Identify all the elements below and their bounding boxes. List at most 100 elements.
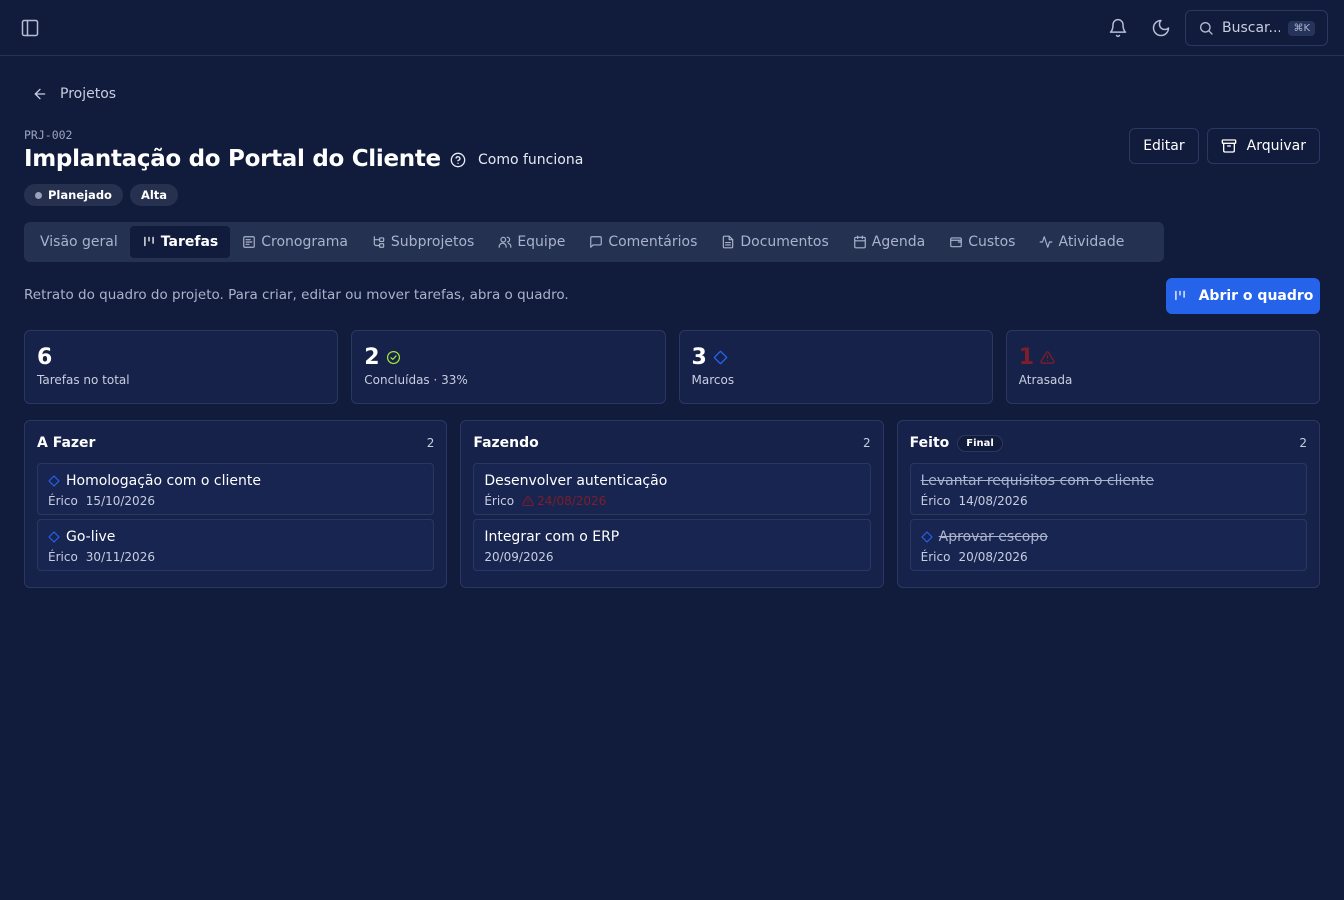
task-date: 30/11/2026 [85, 550, 155, 564]
check-circle-icon [386, 350, 401, 365]
task-assignee: Érico [920, 494, 951, 508]
archive-label: Arquivar [1246, 138, 1306, 154]
stat-value: 2 [364, 344, 380, 370]
task-card[interactable]: Go-live Érico 30/11/2026 [37, 519, 435, 571]
stat-label: Marcos [691, 373, 735, 387]
gantt-icon [242, 235, 256, 249]
task-title: Integrar com o ERP [484, 529, 620, 545]
archive-button[interactable]: Arquivar [1206, 128, 1320, 164]
task-card[interactable]: Integrar com o ERP 20/09/2026 [473, 519, 871, 571]
task-card[interactable]: Homologação com o cliente Érico 15/10/20… [37, 463, 435, 515]
stat-label: Concluídas · 33% [364, 373, 468, 387]
tab-label: Documentos [740, 234, 829, 250]
task-title: Levantar requisitos com o cliente [920, 473, 1154, 489]
milestone-diamond-icon [48, 531, 60, 543]
tab-label: Custos [968, 234, 1016, 250]
tab-documents[interactable]: Documentos [709, 226, 840, 258]
milestone-diamond-icon [921, 531, 933, 543]
column-doing: Fazendo 2 Desenvolver autenticação Érico… [460, 420, 884, 588]
task-title: Go-live [66, 529, 116, 545]
task-assignee: Érico [484, 494, 515, 508]
warning-icon [1040, 350, 1055, 365]
tab-subprojects[interactable]: Subprojetos [360, 226, 486, 258]
bell-icon[interactable] [1108, 18, 1128, 38]
back-label: Projetos [60, 86, 117, 102]
wallet-icon [949, 235, 963, 249]
kanban-icon [142, 235, 156, 249]
task-overdue-date: 24/08/2026 [522, 494, 606, 508]
stat-label: Atrasada [1018, 373, 1073, 387]
page-title: Implantação do Portal do Cliente [24, 146, 441, 172]
file-icon [721, 235, 735, 249]
project-badges: Planejado Alta [24, 184, 179, 206]
kanban-icon [1173, 289, 1187, 303]
arrow-left-icon [32, 86, 48, 102]
column-title: Fazendo [473, 435, 539, 451]
warning-icon [522, 495, 534, 507]
column-title: A Fazer [37, 435, 96, 451]
tab-tasks[interactable]: Tarefas [129, 226, 231, 258]
back-link[interactable]: Projetos [32, 86, 116, 102]
status-dot [35, 191, 42, 199]
diamond-icon [713, 350, 728, 365]
task-date: 14/08/2026 [958, 494, 1028, 508]
stat-milestones: 3 Marcos [678, 330, 993, 404]
help-circle-icon [450, 152, 466, 168]
activity-icon [1039, 235, 1053, 249]
task-card[interactable]: Aprovar escopo Érico 20/08/2026 [909, 519, 1307, 571]
message-icon [589, 235, 603, 249]
column-title: Feito [909, 435, 950, 451]
tab-label: Visão geral [40, 234, 118, 250]
task-title: Homologação com o cliente [66, 473, 261, 489]
tab-costs[interactable]: Custos [937, 226, 1027, 258]
stat-total: 6 Tarefas no total [24, 330, 339, 404]
task-assignee: Érico [48, 494, 78, 508]
open-board-label: Abrir o quadro [1198, 288, 1314, 304]
project-code: PRJ-002 [24, 128, 73, 142]
milestone-diamond-icon [48, 475, 60, 487]
sidebar-toggle-icon[interactable] [20, 18, 40, 38]
tab-activity[interactable]: Atividade [1027, 226, 1136, 258]
tab-label: Equipe [517, 234, 566, 250]
column-todo: A Fazer 2 Homologação com o cliente Éric… [24, 420, 448, 588]
tab-overview[interactable]: Visão geral [28, 226, 130, 258]
tab-comments[interactable]: Comentários [577, 226, 709, 258]
tab-schedule[interactable]: Cronograma [230, 226, 360, 258]
how-it-works-button[interactable]: Como funciona [450, 152, 583, 168]
how-it-works-label: Como funciona [478, 152, 584, 168]
search-icon [1198, 20, 1214, 36]
tab-label: Cronograma [261, 234, 348, 250]
archive-icon [1221, 138, 1237, 154]
stat-done: 2 Concluídas · 33% [351, 330, 666, 404]
header-actions: Editar Arquivar [1129, 128, 1320, 164]
task-title: Desenvolver autenticação [484, 473, 668, 489]
tab-label: Comentários [608, 234, 698, 250]
edit-button[interactable]: Editar [1129, 128, 1199, 164]
search-placeholder: Buscar... [1222, 20, 1281, 36]
tab-team[interactable]: Equipe [486, 226, 577, 258]
column-done: Feito Final 2 Levantar requisitos com o … [896, 420, 1320, 588]
task-date: 24/08/2026 [537, 494, 607, 508]
stat-overdue: 1 Atrasada [1005, 330, 1320, 404]
status-label: Planejado [48, 188, 112, 202]
stat-value: 1 [1018, 344, 1035, 370]
moon-icon[interactable] [1151, 18, 1171, 38]
tab-agenda[interactable]: Agenda [841, 226, 937, 258]
board-description: Retrato do quadro do projeto. Para criar… [24, 287, 569, 303]
task-card[interactable]: Levantar requisitos com o cliente Érico … [909, 463, 1307, 515]
search-box[interactable]: Buscar... ⌘K [1185, 10, 1328, 46]
stat-label: Tarefas no total [37, 373, 130, 387]
calendar-icon [853, 235, 867, 249]
task-assignee: Érico [48, 550, 78, 564]
stat-value: 6 [37, 344, 53, 370]
task-date: 15/10/2026 [85, 494, 155, 508]
kanban-board: A Fazer 2 Homologação com o cliente Éric… [24, 420, 1320, 588]
edit-label: Editar [1143, 138, 1185, 154]
task-date: 20/09/2026 [484, 550, 554, 564]
tab-label: Agenda [871, 234, 926, 250]
task-date: 20/08/2026 [958, 550, 1028, 564]
column-count: 2 [426, 436, 435, 450]
open-board-button[interactable]: Abrir o quadro [1166, 278, 1320, 314]
task-title: Aprovar escopo [938, 529, 1048, 545]
task-card[interactable]: Desenvolver autenticação Érico 24/08/202… [473, 463, 871, 515]
